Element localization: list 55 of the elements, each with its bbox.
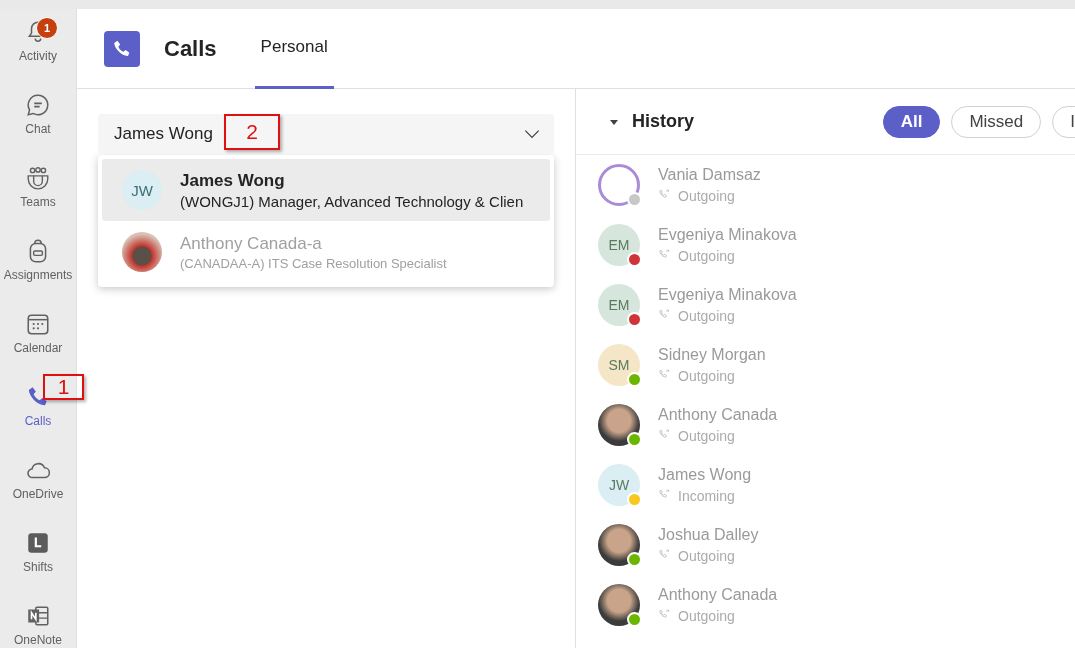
caller-name: Joshua Dalley (658, 526, 759, 544)
avatar-logo-icon (598, 164, 640, 206)
avatar-photo-placeholder (598, 584, 640, 626)
nav-item[interactable]: Assignments (0, 234, 76, 307)
notification-badge: 1 (36, 17, 58, 39)
call-direction-label: Outgoing (678, 548, 735, 564)
call-direction-label: Incoming (678, 488, 735, 504)
chat-icon (25, 92, 51, 118)
avatar: EM (598, 224, 640, 266)
filter-chip[interactable]: I (1052, 105, 1075, 138)
avatar: JW (598, 464, 640, 506)
filter-chip[interactable]: All (882, 105, 941, 138)
call-history-item[interactable]: Anthony Canada Outgoing (576, 575, 1075, 635)
avatar-photo-placeholder (598, 524, 640, 566)
call-history-item[interactable]: SM Sidney Morgan Outgoing (576, 335, 1075, 395)
call-history-item[interactable]: EM Evgeniya Minakova Outgoing (576, 215, 1075, 275)
app-logo-icon (104, 30, 140, 67)
nav-item[interactable]: Shifts (0, 526, 76, 599)
call-history-item[interactable]: Anthony Canada Outgoing (576, 395, 1075, 455)
call-history-item[interactable]: EM Evgeniya Minakova Outgoing (576, 275, 1075, 335)
avatar-photo-placeholder (598, 404, 640, 446)
clock-icon (25, 530, 51, 556)
call-direction-label: Outgoing (678, 308, 735, 324)
nav-item[interactable]: Chat (0, 88, 76, 161)
caller-name: Evgeniya Minakova (658, 226, 797, 244)
people-icon (25, 165, 51, 191)
avatar-photo-placeholder (122, 232, 162, 272)
suggestion-item[interactable]: JW James Wong (WONGJ1) Manager, Advanced Technology & Clien (102, 159, 550, 221)
nav-item[interactable]: Activity 1 (0, 15, 76, 88)
caller-name: Anthony Canada (658, 586, 778, 604)
call-direction-label: Outgoing (678, 608, 735, 624)
call-direction-label: Outgoing (678, 248, 735, 264)
avatar: JW (122, 170, 162, 210)
tab[interactable]: Personal (254, 8, 334, 89)
caller-name: Anthony Canada (658, 406, 778, 424)
section-title: History (632, 111, 694, 132)
avatar: EM (598, 284, 640, 326)
nav-item[interactable]: OneDrive (0, 453, 76, 526)
call-direction-label: Outgoing (678, 368, 735, 384)
nav-item[interactable]: Teams (0, 161, 76, 234)
caller-name: Sidney Morgan (658, 346, 766, 364)
caller-name: Evgeniya Minakova (658, 286, 797, 304)
caller-name: James Wong (658, 466, 752, 484)
nav-item[interactable]: OneNote (0, 599, 76, 648)
call-direction-label: Outgoing (678, 428, 735, 444)
call-history-item[interactable]: JW James Wong Incoming (576, 455, 1075, 515)
page-title: Calls (164, 35, 217, 62)
call-direction-label: Outgoing (678, 188, 735, 204)
filter-chip[interactable]: Missed (951, 105, 1042, 138)
avatar: SM (598, 344, 640, 386)
call-history-item[interactable]: Vania Damsaz Outgoing (576, 155, 1075, 215)
annotation-callout: 1 (43, 374, 84, 400)
annotation-callout: 2 (224, 114, 280, 150)
call-history-item[interactable]: Joshua Dalley Outgoing (576, 515, 1075, 575)
caller-name: Vania Damsaz (658, 166, 761, 184)
